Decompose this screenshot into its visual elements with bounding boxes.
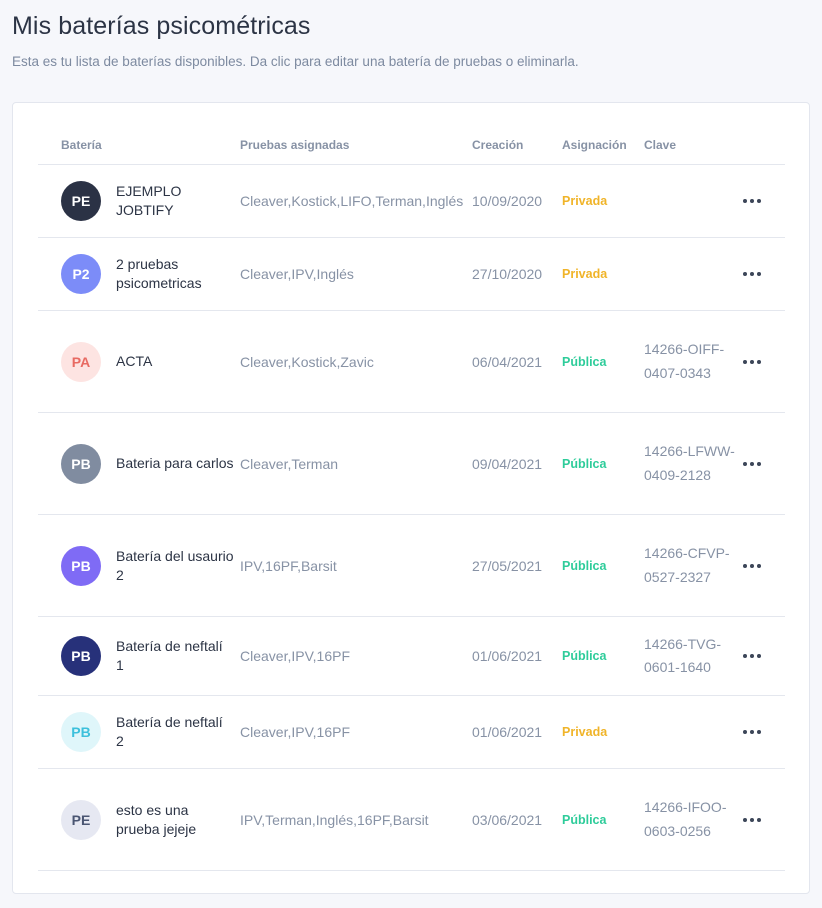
more-options-icon[interactable] — [743, 730, 761, 734]
assignment-cell: Pública — [562, 353, 644, 371]
battery-cell: P2 2 pruebas psicometricas — [38, 254, 240, 294]
battery-name: 2 pruebas psicometricas — [116, 256, 202, 291]
assignment-badge: Privada — [562, 725, 608, 739]
row-actions-cell — [740, 461, 785, 466]
assignment-cell: Pública — [562, 455, 644, 473]
more-options-icon[interactable] — [743, 199, 761, 203]
battery-avatar: PB — [61, 545, 101, 586]
row-actions-cell — [740, 817, 785, 822]
battery-name: Batería de neftalí 1 — [116, 638, 223, 673]
assigned-tests: IPV,16PF,Barsit — [240, 557, 337, 574]
page-title: Mis baterías psicométricas — [12, 12, 311, 40]
assignment-cell: Pública — [562, 557, 644, 575]
col-header-battery: Batería — [61, 137, 102, 152]
col-header-tests: Pruebas asignadas — [240, 137, 350, 152]
assigned-tests: Cleaver,IPV,Inglés — [240, 266, 354, 282]
battery-cell: PB Bateria para carlos — [38, 443, 240, 484]
battery-avatar: PE — [61, 799, 101, 840]
battery-cell: PB Batería de neftalí 1 — [38, 636, 240, 676]
battery-name: Bateria para carlos — [116, 455, 234, 471]
more-options-icon[interactable] — [743, 272, 761, 276]
battery-avatar: PB — [61, 712, 101, 752]
row-actions-cell — [740, 272, 785, 276]
more-options-icon[interactable] — [743, 654, 761, 658]
assigned-tests: Cleaver,IPV,16PF — [240, 648, 350, 664]
assignment-badge: Pública — [562, 558, 607, 573]
assignment-cell: Pública — [562, 811, 644, 829]
assignment-badge: Privada — [562, 267, 608, 281]
assignment-cell: Privada — [562, 192, 644, 210]
row-actions-cell — [740, 199, 785, 203]
battery-cell: PA ACTA — [38, 341, 240, 382]
battery-cell: PE EJEMPLO JOBTIFY — [38, 181, 240, 221]
battery-cell: PB Batería de neftalí 2 — [38, 712, 240, 752]
battery-key: 14266-OIFF-0407-0343 — [644, 341, 725, 381]
battery-key: 14266-TVG-0601-1640 — [644, 635, 722, 676]
table-row[interactable]: P2 2 pruebas psicometricas Cleaver,IPV,I… — [38, 238, 785, 311]
table-row[interactable]: PB Batería de neftalí 1 Cleaver,IPV,16PF… — [38, 617, 785, 696]
assigned-tests: Cleaver,Kostick,LIFO,Terman,Inglés — [240, 193, 464, 209]
more-options-icon[interactable] — [743, 359, 761, 364]
assignment-badge: Pública — [562, 812, 607, 827]
assignment-cell: Privada — [562, 723, 644, 741]
creation-date: 06/04/2021 — [472, 353, 543, 370]
batteries-card: Batería Pruebas asignadas Creación Asign… — [12, 102, 810, 894]
battery-name: ACTA — [116, 353, 153, 369]
battery-cell: PB Batería del usaurio 2 — [38, 545, 240, 586]
table-row[interactable]: PE esto es una prueba jejeje IPV,Terman,… — [38, 769, 785, 871]
battery-avatar: PA — [61, 341, 101, 382]
row-actions-cell — [740, 359, 785, 364]
col-header-created: Creación — [472, 137, 524, 152]
battery-name: Batería del usaurio 2 — [116, 547, 234, 583]
assigned-tests: Cleaver,Kostick,Zavic — [240, 353, 374, 370]
creation-date: 09/04/2021 — [472, 455, 543, 472]
more-options-icon[interactable] — [743, 563, 761, 568]
table-body: PE EJEMPLO JOBTIFY Cleaver,Kostick,LIFO,… — [38, 165, 785, 871]
creation-date: 03/06/2021 — [472, 811, 543, 828]
more-options-icon[interactable] — [743, 461, 761, 466]
creation-date: 27/05/2021 — [472, 557, 543, 574]
battery-avatar: PB — [61, 636, 101, 676]
table-row[interactable]: PB Batería de neftalí 2 Cleaver,IPV,16PF… — [38, 696, 785, 769]
assignment-cell: Pública — [562, 647, 644, 665]
col-header-key: Clave — [644, 137, 677, 152]
assignment-badge: Pública — [562, 456, 607, 471]
battery-key: 14266-LFWW-0409-2128 — [644, 443, 735, 483]
assignment-badge: Pública — [562, 649, 607, 663]
battery-key: 14266-CFVP-0527-2327 — [644, 545, 730, 585]
batteries-table: Batería Pruebas asignadas Creación Asign… — [38, 125, 785, 871]
assigned-tests: Cleaver,IPV,16PF — [240, 724, 350, 740]
row-actions-cell — [740, 730, 785, 734]
assignment-badge: Privada — [562, 194, 608, 208]
col-header-assignment: Asignación — [562, 137, 627, 152]
table-row[interactable]: PE EJEMPLO JOBTIFY Cleaver,Kostick,LIFO,… — [38, 165, 785, 238]
battery-avatar: PE — [61, 181, 101, 221]
creation-date: 27/10/2020 — [472, 266, 543, 282]
assignment-badge: Pública — [562, 354, 607, 369]
page-subtitle: Esta es tu lista de baterías disponibles… — [12, 54, 579, 69]
table-header: Batería Pruebas asignadas Creación Asign… — [38, 125, 785, 165]
more-options-icon[interactable] — [743, 817, 761, 822]
table-row[interactable]: PB Batería del usaurio 2 IPV,16PF,Barsit… — [38, 515, 785, 617]
row-actions-cell — [740, 654, 785, 658]
battery-name: Batería de neftalí 2 — [116, 714, 223, 749]
battery-avatar: PB — [61, 443, 101, 484]
creation-date: 10/09/2020 — [472, 193, 543, 209]
assignment-cell: Privada — [562, 265, 644, 283]
table-row[interactable]: PB Bateria para carlos Cleaver,Terman 09… — [38, 413, 785, 515]
battery-avatar: P2 — [61, 254, 101, 294]
creation-date: 01/06/2021 — [472, 648, 543, 664]
battery-key: 14266-IFOO-0603-0256 — [644, 799, 727, 839]
assigned-tests: IPV,Terman,Inglés,16PF,Barsit — [240, 811, 429, 828]
table-row[interactable]: PA ACTA Cleaver,Kostick,Zavic 06/04/2021… — [38, 311, 785, 413]
row-actions-cell — [740, 563, 785, 568]
battery-name: esto es una prueba jejeje — [116, 801, 197, 837]
creation-date: 01/06/2021 — [472, 724, 543, 740]
battery-name: EJEMPLO JOBTIFY — [116, 183, 182, 218]
assigned-tests: Cleaver,Terman — [240, 455, 339, 472]
battery-cell: PE esto es una prueba jejeje — [38, 799, 240, 840]
